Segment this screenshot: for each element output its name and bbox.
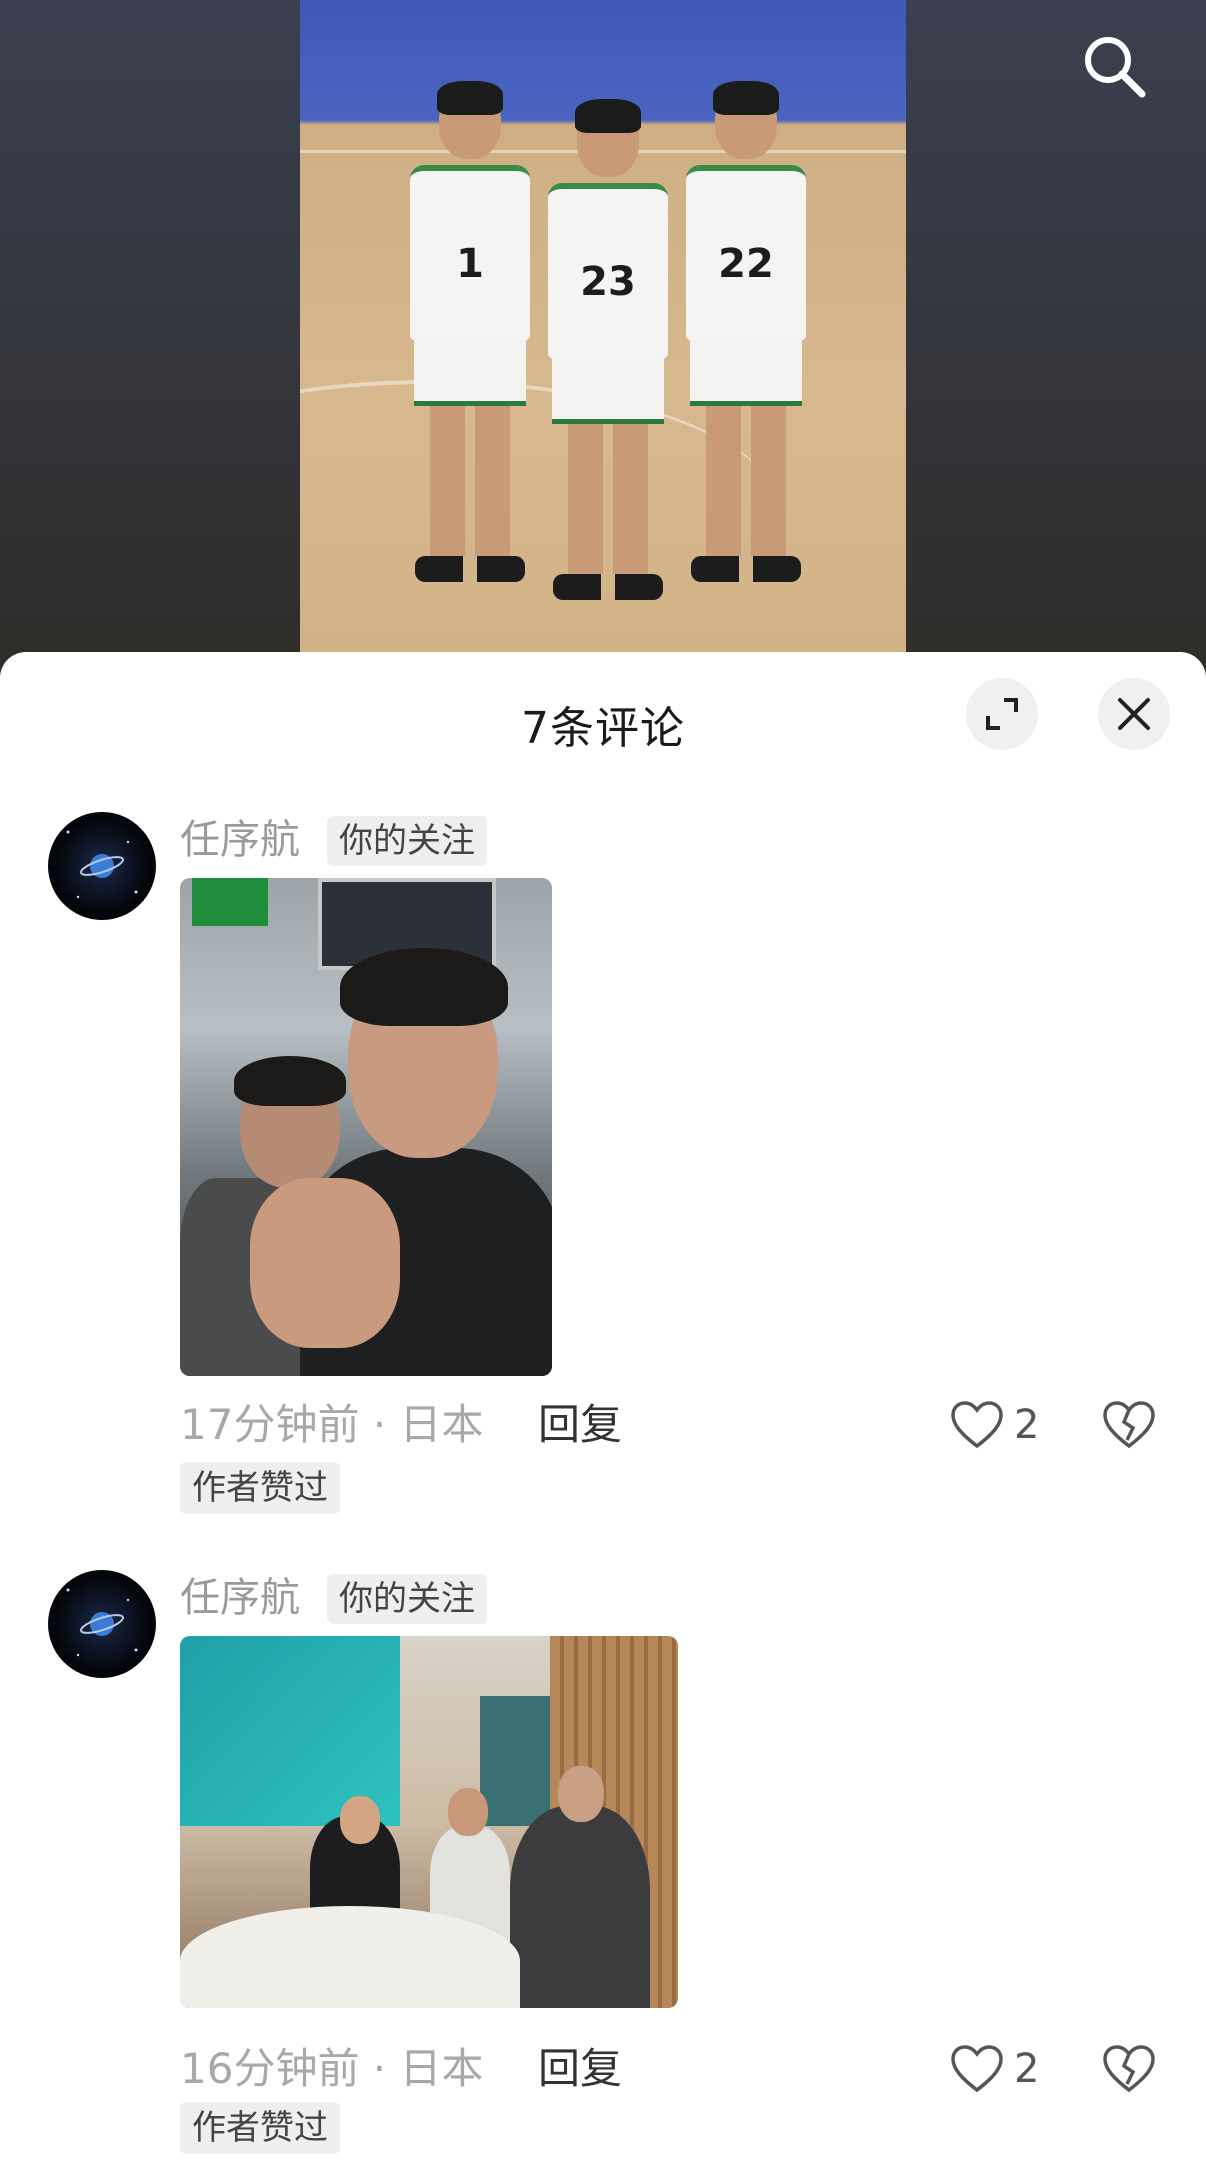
broken-heart-icon [1103, 1401, 1155, 1449]
player-left: 1 [410, 81, 530, 582]
broken-heart-icon [1103, 2045, 1155, 2093]
comment-image[interactable] [180, 878, 552, 1376]
close-button[interactable] [1098, 678, 1170, 750]
search-button[interactable] [1078, 30, 1150, 102]
avatar[interactable] [48, 1570, 156, 1678]
author-liked-tag: 作者赞过 [180, 1462, 340, 1514]
expand-icon [986, 698, 1018, 730]
post-image[interactable]: 1 23 22 [300, 0, 906, 652]
username[interactable]: 任序航 [180, 1570, 300, 1626]
jersey-number: 1 [456, 241, 484, 287]
heart-icon [951, 2045, 1003, 2093]
comment-item: 任序航 你的关注 17分钟前 · 日本 回复 2 作者赞过 [0, 812, 1206, 1514]
like-button[interactable]: 2 [950, 2040, 1039, 2098]
username[interactable]: 任序航 [180, 812, 300, 868]
player-center: 23 [548, 99, 668, 600]
expand-button[interactable] [966, 678, 1038, 750]
like-count: 2 [1014, 2046, 1040, 2092]
like-button[interactable]: 2 [950, 1396, 1039, 1454]
dislike-button[interactable] [1102, 2044, 1156, 2098]
dislike-button[interactable] [1102, 1400, 1156, 1454]
comment-time-location: 17分钟前 · 日本 [180, 1400, 484, 1449]
search-icon [1085, 37, 1146, 98]
reply-button[interactable]: 回复 [538, 2040, 622, 2098]
close-icon [1118, 698, 1150, 730]
reply-button[interactable]: 回复 [538, 1396, 622, 1454]
avatar[interactable] [48, 812, 156, 920]
like-count: 2 [1014, 1402, 1040, 1448]
jersey-number: 22 [718, 241, 774, 287]
comment-image[interactable] [180, 1636, 678, 2008]
heart-icon [951, 1401, 1003, 1449]
player-right: 22 [686, 81, 806, 582]
planet-icon [66, 1588, 138, 1657]
following-badge: 你的关注 [327, 816, 487, 866]
jersey-number: 23 [580, 259, 636, 305]
author-liked-tag: 作者赞过 [180, 2102, 340, 2154]
comment-item: 任序航 你的关注 16分钟前 · 日本 回复 2 作者赞过 [0, 1570, 1206, 2154]
comment-time-location: 16分钟前 · 日本 [180, 2044, 484, 2093]
planet-icon [66, 830, 138, 899]
comment-sheet: 7条评论 任序航 你的关注 17分钟前 · 日本 回复 2 作者赞过 任序航 你… [0, 652, 1206, 2166]
following-badge: 你的关注 [327, 1574, 487, 1624]
